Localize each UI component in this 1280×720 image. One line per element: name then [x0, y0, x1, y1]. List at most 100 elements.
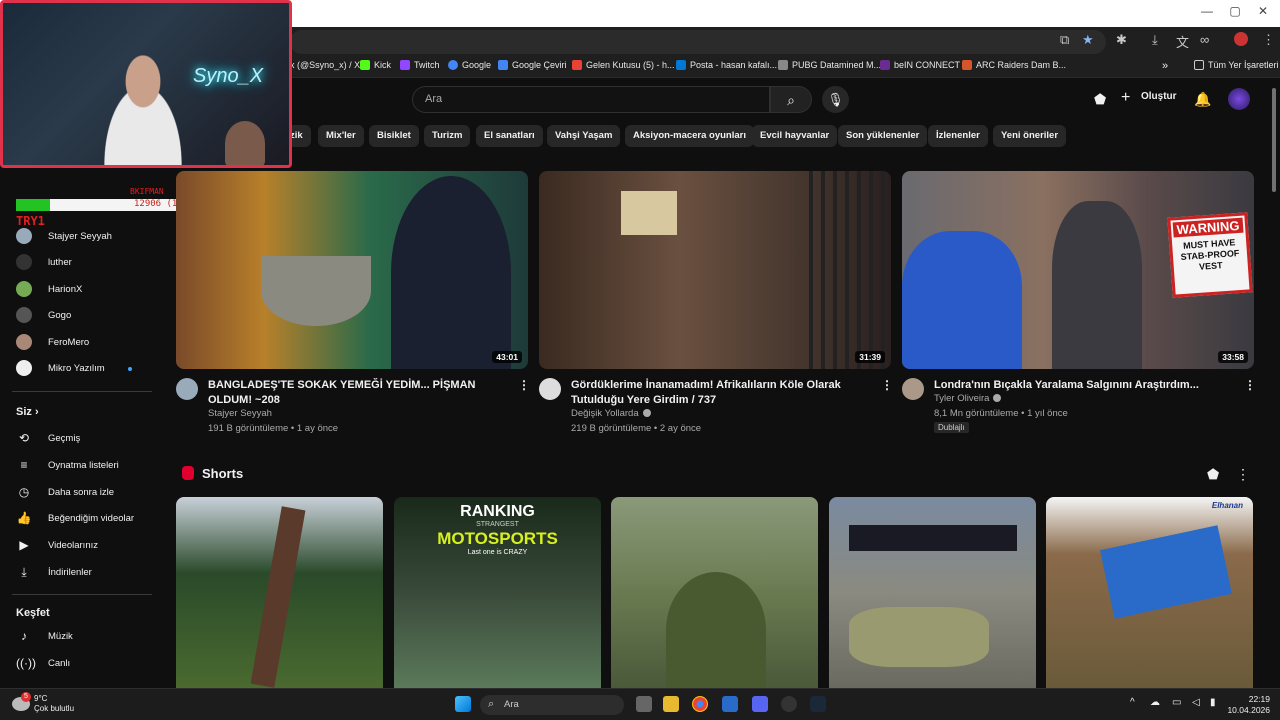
file-explorer-icon[interactable] [663, 696, 679, 712]
rifle-shape [250, 506, 306, 688]
bookmark-gmail[interactable]: Gelen Kutusu (5) - h... [572, 60, 675, 70]
chrome-icon[interactable] [692, 696, 708, 712]
channel-avatar[interactable] [902, 378, 924, 400]
chip[interactable]: Mix'ler [318, 125, 364, 147]
video-title[interactable]: Gördüklerime İnanamadım! Afrikalıların K… [571, 378, 871, 408]
search-input[interactable]: Ara [412, 86, 770, 113]
more-options-icon[interactable]: ⋮ [1244, 378, 1256, 392]
address-bar[interactable] [290, 30, 1106, 54]
video-thumbnail[interactable]: WARNING MUST HAVE STAB-PROOF VEST 33:58 [902, 171, 1254, 369]
close-icon[interactable]: ✕ [1248, 4, 1278, 18]
chip[interactable]: Yeni öneriler [993, 125, 1067, 147]
video-channel[interactable]: Değişik Yollarda [571, 408, 651, 419]
short-thumbnail[interactable]: RANKING STRANGEST MOTOSPORTS Last one is… [394, 497, 601, 688]
channel-name: Tyler Oliveira [934, 393, 990, 404]
clock[interactable]: 22:19 10.04.2026 [1226, 694, 1270, 716]
chip[interactable]: El sanatları [476, 125, 543, 147]
bookmark-translate[interactable]: Google Çeviri [498, 60, 567, 70]
translate-icon[interactable]: 文 [1176, 32, 1189, 51]
bookmark-google[interactable]: Google [448, 60, 491, 70]
maximize-icon[interactable]: ▢ [1220, 4, 1250, 18]
network-icon[interactable]: ▭ [1172, 697, 1181, 708]
bookmark-kick[interactable]: Kick [360, 60, 391, 70]
verified-icon [993, 394, 1002, 403]
short-thumbnail[interactable]: Elhanan [1046, 497, 1253, 688]
bookmark-twitch[interactable]: Twitch [400, 60, 440, 70]
bookmark-pubg[interactable]: PUBG Datamined M... [778, 60, 881, 70]
subscription-item[interactable]: Stajyer Seyyah [16, 227, 112, 245]
bookmark-x[interactable]: x (@Ssyno_x) / X [290, 60, 360, 70]
minimize-icon[interactable]: — [1192, 4, 1222, 18]
short-thumbnail[interactable] [611, 497, 818, 688]
link-icon[interactable]: ∞ [1200, 32, 1209, 47]
more-options-icon[interactable]: ⋮ [881, 378, 893, 392]
video-channel[interactable]: Tyler Oliveira [934, 393, 1002, 404]
nav-history[interactable]: ⟲ Geçmiş [16, 431, 80, 445]
menu-dots-icon[interactable]: ⋮ [1262, 32, 1275, 48]
cast-icon[interactable]: ⬟ [1094, 91, 1106, 108]
video-title[interactable]: Londra'nın Bıçakla Yaralama Salgınını Ar… [934, 378, 1234, 393]
chip[interactable]: Son yüklenenler [838, 125, 928, 147]
bookmark-mail[interactable]: Posta - hasan kafalı... [676, 60, 777, 70]
voice-search-button[interactable]: 🎙 [822, 86, 849, 113]
task-view-icon[interactable] [636, 696, 652, 712]
channel-avatar[interactable] [176, 378, 198, 400]
install-app-icon[interactable]: ⧉ [1060, 32, 1069, 48]
bookmark-bein[interactable]: beIN CONNECT [880, 60, 960, 70]
app-icon[interactable] [781, 696, 797, 712]
tray-chevron-icon[interactable]: ^ [1130, 697, 1135, 708]
video-thumbnail[interactable]: 31:39 [539, 171, 891, 369]
chip[interactable]: Turizm [424, 125, 471, 147]
video-channel[interactable]: Stajyer Seyyah [208, 408, 272, 419]
profile-icon[interactable] [1234, 32, 1248, 46]
video-thumbnail[interactable]: 43:01 [176, 171, 528, 369]
volume-icon[interactable]: ◁ [1192, 697, 1200, 708]
extensions-icon[interactable]: ✱ [1116, 32, 1127, 48]
chip[interactable]: Evcil hayvanlar [752, 125, 838, 147]
chip[interactable]: Bisiklet [369, 125, 419, 147]
nav-live[interactable]: ((·)) Canlı [16, 656, 70, 670]
nav-watch-later[interactable]: ◷ Daha sonra izle [16, 485, 114, 499]
short-thumbnail[interactable] [176, 497, 383, 688]
bookmark-arc[interactable]: ARC Raiders Dam B... [962, 60, 1066, 70]
scrollbar[interactable] [1272, 88, 1276, 192]
notifications-bell-icon[interactable]: 🔔 [1194, 91, 1211, 108]
chip[interactable]: Vahşi Yaşam [547, 125, 621, 147]
more-options-icon[interactable]: ⋮ [518, 378, 530, 392]
account-avatar[interactable] [1228, 88, 1250, 110]
subscription-item[interactable]: HarionX [16, 280, 82, 298]
onedrive-icon[interactable]: ☁ [1150, 697, 1160, 708]
nav-your-videos[interactable]: ▶ Videolarınız [16, 538, 98, 552]
shorts-more-icon[interactable]: ⋮ [1236, 466, 1250, 483]
steam-icon[interactable] [810, 696, 826, 712]
nav-music[interactable]: ♪ Müzik [16, 629, 73, 643]
short-thumbnail[interactable] [829, 497, 1036, 688]
you-section-title[interactable]: Siz › [16, 406, 39, 418]
subscription-item[interactable]: Gogo [16, 306, 71, 324]
create-button[interactable]: Oluştur [1141, 91, 1177, 102]
download-icon[interactable]: ⤓ [1152, 32, 1158, 48]
subscription-item[interactable]: Mikro Yazılım [16, 359, 105, 377]
taskbar-search[interactable]: ⌕ Ara [480, 695, 624, 715]
nav-downloads[interactable]: ⤓ İndirilenler [16, 565, 91, 580]
plus-icon[interactable]: + [1121, 89, 1130, 107]
video-title[interactable]: BANGLADEŞ'TE SOKAK YEMEĞİ YEDİM... PİŞMA… [208, 378, 508, 408]
discord-icon[interactable] [752, 696, 768, 712]
windows-start-icon[interactable] [455, 696, 471, 712]
bookmark-star-icon[interactable]: ★ [1082, 32, 1094, 48]
channel-avatar[interactable] [539, 378, 561, 400]
subscription-item[interactable]: luther [16, 253, 72, 271]
clock-date: 10.04.2026 [1227, 705, 1270, 715]
app-icon[interactable] [722, 696, 738, 712]
shorts-feedback-icon[interactable]: ⬟ [1207, 466, 1219, 483]
nav-liked[interactable]: 👍 Beğendiğim videolar [16, 511, 135, 525]
subscription-item[interactable]: FeroMero [16, 333, 89, 351]
chip[interactable]: Aksiyon-macera oyunları [625, 125, 754, 147]
battery-icon[interactable]: ▮ [1210, 697, 1216, 708]
bookmarks-overflow[interactable]: » [1162, 60, 1168, 72]
chip[interactable]: İzlenenler [928, 125, 988, 147]
weather-widget[interactable]: 9°C Çok bulutlu [34, 694, 74, 714]
search-button[interactable]: ⌕ [770, 86, 812, 113]
all-bookmarks[interactable]: Tüm Yer İşaretleri [1194, 60, 1279, 70]
nav-playlists[interactable]: ≡ Oynatma listeleri [16, 458, 118, 472]
